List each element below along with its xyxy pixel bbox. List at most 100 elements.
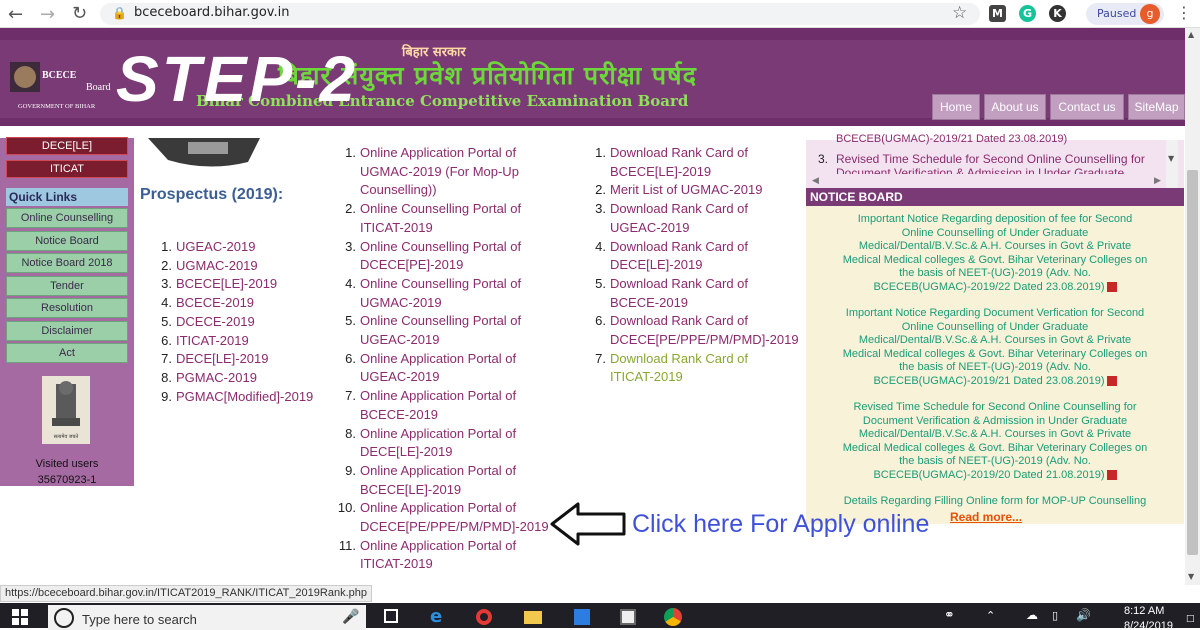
page-scrollbar-thumb[interactable] bbox=[1187, 170, 1198, 555]
scroll-up-icon[interactable]: ▲ bbox=[1188, 30, 1194, 39]
notice-line[interactable]: Medical Medical colleges & Govt. Bihar V… bbox=[812, 348, 1178, 362]
file-explorer-icon[interactable] bbox=[524, 611, 542, 624]
notice-text[interactable]: Online Counselling of Under Graduate bbox=[902, 321, 1089, 333]
list-item-link[interactable]: UGEAC-2019 bbox=[610, 220, 689, 235]
notice-text[interactable]: BCECEB(UGMAC)-2019/22 Dated 23.08.2019) bbox=[873, 281, 1104, 293]
list-item-link[interactable]: Online Application Portal of bbox=[360, 463, 516, 478]
quick-link-item[interactable]: Resolution bbox=[6, 298, 128, 318]
notice-line[interactable]: Important Notice Regarding Document Verf… bbox=[812, 307, 1178, 321]
notice-line[interactable]: the basis of NEET-(UG)-2019 (Adv. No. bbox=[812, 361, 1178, 375]
notice-text[interactable]: Medical/Dental/B.V.Sc.& A.H. Courses in … bbox=[859, 428, 1131, 440]
network-icon[interactable]: ▯ bbox=[1052, 609, 1058, 622]
tab-home[interactable]: Home bbox=[932, 94, 980, 120]
store-icon[interactable] bbox=[574, 609, 590, 625]
microphone-icon[interactable]: 🎤 bbox=[342, 609, 359, 625]
k-extension-icon[interactable]: K bbox=[1049, 5, 1066, 22]
list-item-link[interactable]: BCECE[LE]-2019 bbox=[360, 482, 461, 497]
profile-avatar[interactable]: g bbox=[1140, 4, 1160, 24]
app-icon[interactable] bbox=[620, 609, 636, 625]
pdf-icon[interactable] bbox=[1106, 376, 1117, 387]
notice-text[interactable]: Revised Time Schedule for Second Online … bbox=[853, 401, 1136, 413]
notice-item[interactable]: Important Notice Regarding deposition of… bbox=[812, 213, 1178, 295]
sidebar-item-iticat[interactable]: ITICAT bbox=[6, 160, 128, 178]
notice-text[interactable]: the basis of NEET-(UG)-2019 (Adv. No. bbox=[899, 455, 1091, 467]
list-item-link[interactable]: Download Rank Card of bbox=[610, 239, 748, 254]
scroll-left-icon[interactable]: ◀ bbox=[812, 176, 819, 186]
menu-icon[interactable]: ⋮ bbox=[1176, 3, 1192, 22]
notice-line[interactable]: Medical/Dental/B.V.Sc.& A.H. Courses in … bbox=[812, 428, 1178, 442]
list-item-link[interactable]: Online Application Portal of bbox=[360, 388, 516, 403]
announcement-line[interactable]: Revised Time Schedule for Second Online … bbox=[836, 152, 1145, 166]
list-item-link[interactable]: Online Counselling Portal of bbox=[360, 276, 521, 291]
list-item-link[interactable]: BCECE-2019 bbox=[360, 407, 438, 422]
notice-text[interactable]: Medical/Dental/B.V.Sc.& A.H. Courses in … bbox=[859, 240, 1131, 252]
list-item-link[interactable]: DCECE[PE/PPE/PM/PMD]-2019 bbox=[360, 519, 549, 534]
opera-browser-icon[interactable] bbox=[476, 609, 492, 625]
grammarly-extension-icon[interactable]: G bbox=[1019, 5, 1036, 22]
notice-text[interactable]: Medical/Dental/B.V.Sc.& A.H. Courses in … bbox=[859, 334, 1131, 346]
notice-line[interactable]: Medical/Dental/B.V.Sc.& A.H. Courses in … bbox=[812, 334, 1178, 348]
list-item-link[interactable]: DECE[LE]-2019 bbox=[360, 444, 453, 459]
list-item-link[interactable]: Online Application Portal of bbox=[360, 500, 516, 515]
notice-item[interactable]: Important Notice Regarding Document Verf… bbox=[812, 307, 1178, 389]
notice-line[interactable]: Online Counselling of Under Graduate bbox=[812, 227, 1178, 241]
list-item-link[interactable]: PGMAC[Modified]-2019 bbox=[176, 389, 313, 404]
notice-item[interactable]: Details Regarding Filling Online form fo… bbox=[812, 495, 1178, 509]
taskbar-date[interactable]: 8/24/2019 bbox=[1124, 620, 1173, 628]
list-item-link[interactable]: UGEAC-2019 bbox=[360, 369, 439, 384]
notice-line[interactable]: Details Regarding Filling Online form fo… bbox=[812, 495, 1178, 509]
list-item-link[interactable]: DCECE[PE/PPE/PM/PMD]-2019 bbox=[610, 332, 799, 347]
list-item-link[interactable]: Download Rank Card of bbox=[610, 313, 748, 328]
list-item-link[interactable]: Online Counselling Portal of bbox=[360, 201, 521, 216]
bookmark-star-icon[interactable]: ☆ bbox=[952, 3, 967, 23]
notice-line[interactable]: Medical Medical colleges & Govt. Bihar V… bbox=[812, 442, 1178, 456]
list-item-link[interactable]: Download Rank Card of bbox=[610, 351, 748, 366]
list-item-link[interactable]: ITICAT-2019 bbox=[360, 556, 433, 571]
list-item-link[interactable]: PGMAC-2019 bbox=[176, 370, 257, 385]
list-item-link[interactable]: Online Counselling Portal of bbox=[360, 239, 521, 254]
taskbar-search-input[interactable]: Type here to search bbox=[82, 612, 197, 627]
notice-text[interactable]: BCECEB(UGMAC)-2019/21 Dated 23.08.2019) bbox=[873, 375, 1104, 387]
list-item-link[interactable]: UGEAC-2019 bbox=[176, 239, 255, 254]
list-item-link[interactable]: BCECE-2019 bbox=[610, 295, 688, 310]
notice-text[interactable]: the basis of NEET-(UG)-2019 (Adv. No. bbox=[899, 361, 1091, 373]
address-bar-url[interactable]: bceceboard.bihar.gov.in bbox=[134, 5, 289, 20]
notice-text[interactable]: Medical Medical colleges & Govt. Bihar V… bbox=[843, 348, 1147, 360]
onedrive-icon[interactable]: ☁ bbox=[1026, 608, 1038, 622]
taskbar-time[interactable]: 8:12 AM bbox=[1124, 605, 1164, 617]
notice-text[interactable]: Important Notice Regarding deposition of… bbox=[858, 213, 1133, 225]
list-item-link[interactable]: DCECE[PE]-2019 bbox=[360, 257, 463, 272]
list-item-link[interactable]: UGMAC-2019 bbox=[360, 295, 442, 310]
quick-link-item[interactable]: Disclaimer bbox=[6, 320, 128, 341]
volume-icon[interactable]: 🔊 bbox=[1076, 608, 1091, 622]
list-item-link[interactable]: Online Application Portal of bbox=[360, 145, 516, 160]
list-item-link[interactable]: Online Application Portal of bbox=[360, 426, 516, 441]
notice-line[interactable]: the basis of NEET-(UG)-2019 (Adv. No. bbox=[812, 267, 1178, 281]
tab-about-us[interactable]: About us bbox=[984, 94, 1046, 120]
list-item-link[interactable]: UGMAC-2019 bbox=[176, 258, 258, 273]
list-item-link[interactable]: ITICAT-2019 bbox=[610, 369, 683, 384]
reload-icon[interactable]: ↻ bbox=[72, 3, 87, 24]
notice-text[interactable]: Medical Medical colleges & Govt. Bihar V… bbox=[843, 442, 1147, 454]
list-item-link[interactable]: DECE[LE]-2019 bbox=[176, 351, 269, 366]
tab-sitemap[interactable]: SiteMap bbox=[1128, 94, 1185, 120]
notice-line[interactable]: BCECEB(UGMAC)-2019/20 Dated 21.08.2019) bbox=[812, 469, 1178, 483]
quick-link-item[interactable]: Notice Board 2018 bbox=[6, 253, 128, 273]
scroll-down-icon[interactable]: ▼ bbox=[1188, 572, 1194, 581]
task-view-icon[interactable] bbox=[384, 609, 398, 623]
quick-link-item[interactable]: Online Counselling bbox=[6, 208, 128, 228]
notice-text[interactable]: Important Notice Regarding Document Verf… bbox=[846, 307, 1144, 319]
edge-browser-icon[interactable]: e bbox=[430, 606, 442, 627]
notice-text[interactable]: Details Regarding Filling Online form fo… bbox=[844, 495, 1146, 507]
tab-contact-us[interactable]: Contact us bbox=[1050, 94, 1124, 120]
notice-item[interactable]: Revised Time Schedule for Second Online … bbox=[812, 401, 1178, 483]
scroll-down-icon[interactable]: ▼ bbox=[1168, 154, 1174, 163]
notification-icon[interactable]: □ bbox=[1186, 614, 1195, 624]
notice-line[interactable]: BCECEB(UGMAC)-2019/21 Dated 23.08.2019) bbox=[812, 375, 1178, 389]
quick-link-item[interactable]: Tender bbox=[6, 275, 128, 296]
list-item-link[interactable]: Online Application Portal of bbox=[360, 351, 516, 366]
list-item-link[interactable]: UGMAC-2019 (For Mop-Up bbox=[360, 164, 519, 179]
list-item-link[interactable]: DCECE-2019 bbox=[176, 314, 255, 329]
announcement-line[interactable]: BCECEB(UGMAC)-2019/21 Dated 23.08.2019) bbox=[836, 133, 1067, 145]
list-item-link[interactable]: BCECE[LE]-2019 bbox=[176, 276, 277, 291]
